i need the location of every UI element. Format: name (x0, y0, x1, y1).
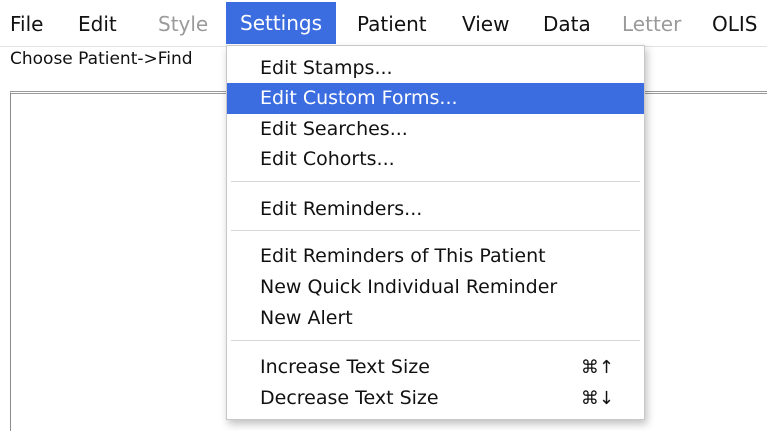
menu-item-label: Increase Text Size (260, 356, 430, 378)
menu-olis[interactable]: OLIS (712, 4, 757, 44)
menu-style: Style (158, 12, 209, 36)
menu-edit[interactable]: Edit (78, 4, 117, 44)
shortcut-label: ⌘↓ (580, 388, 614, 409)
menu-item-edit-custom-forms[interactable]: Edit Custom Forms... (227, 83, 644, 114)
menu-item-label: New Alert (260, 307, 353, 329)
menu-item-new-quick-reminder[interactable]: New Quick Individual Reminder (227, 272, 644, 303)
menu-file[interactable]: File (10, 4, 43, 44)
menu-bar: File Edit Style Settings Patient View Da… (0, 0, 767, 47)
menu-item-edit-reminders[interactable]: Edit Reminders... (227, 194, 644, 225)
menu-patient[interactable]: Patient (357, 4, 427, 44)
menu-item-label: Edit Custom Forms... (260, 87, 458, 109)
menu-item-label: Edit Searches... (260, 118, 408, 140)
menu-item-edit-stamps[interactable]: Edit Stamps... (227, 53, 644, 84)
menu-item-label: Edit Cohorts... (260, 148, 395, 170)
menu-item-increase-text-size[interactable]: Increase Text Size ⌘↑ (227, 352, 644, 383)
menu-view[interactable]: View (462, 4, 509, 44)
menu-letter: Letter (622, 12, 682, 36)
menu-data[interactable]: Data (543, 4, 591, 44)
menu-item-edit-searches[interactable]: Edit Searches... (227, 114, 644, 145)
menu-settings[interactable]: Settings (226, 2, 337, 44)
menu-item-decrease-text-size[interactable]: Decrease Text Size ⌘↓ (227, 383, 644, 414)
app-window: File Edit Style Settings Patient View Da… (0, 0, 767, 431)
shortcut-label: ⌘↑ (580, 357, 614, 378)
menu-separator (231, 340, 640, 341)
menu-separator (231, 230, 640, 231)
settings-dropdown-menu: Edit Stamps... Edit Custom Forms... Edit… (226, 45, 645, 420)
menu-item-edit-reminders-patient[interactable]: Edit Reminders of This Patient (227, 241, 644, 272)
menu-item-edit-cohorts[interactable]: Edit Cohorts... (227, 144, 644, 175)
menu-item-label: Decrease Text Size (260, 387, 439, 409)
menu-item-label: Edit Stamps... (260, 57, 393, 79)
menu-item-new-alert[interactable]: New Alert (227, 303, 644, 334)
menu-item-label: Edit Reminders... (260, 198, 423, 220)
menu-item-label: Edit Reminders of This Patient (260, 245, 546, 267)
menu-separator (231, 181, 640, 182)
status-hint: Choose Patient->Find (10, 49, 193, 69)
menu-item-label: New Quick Individual Reminder (260, 276, 558, 298)
